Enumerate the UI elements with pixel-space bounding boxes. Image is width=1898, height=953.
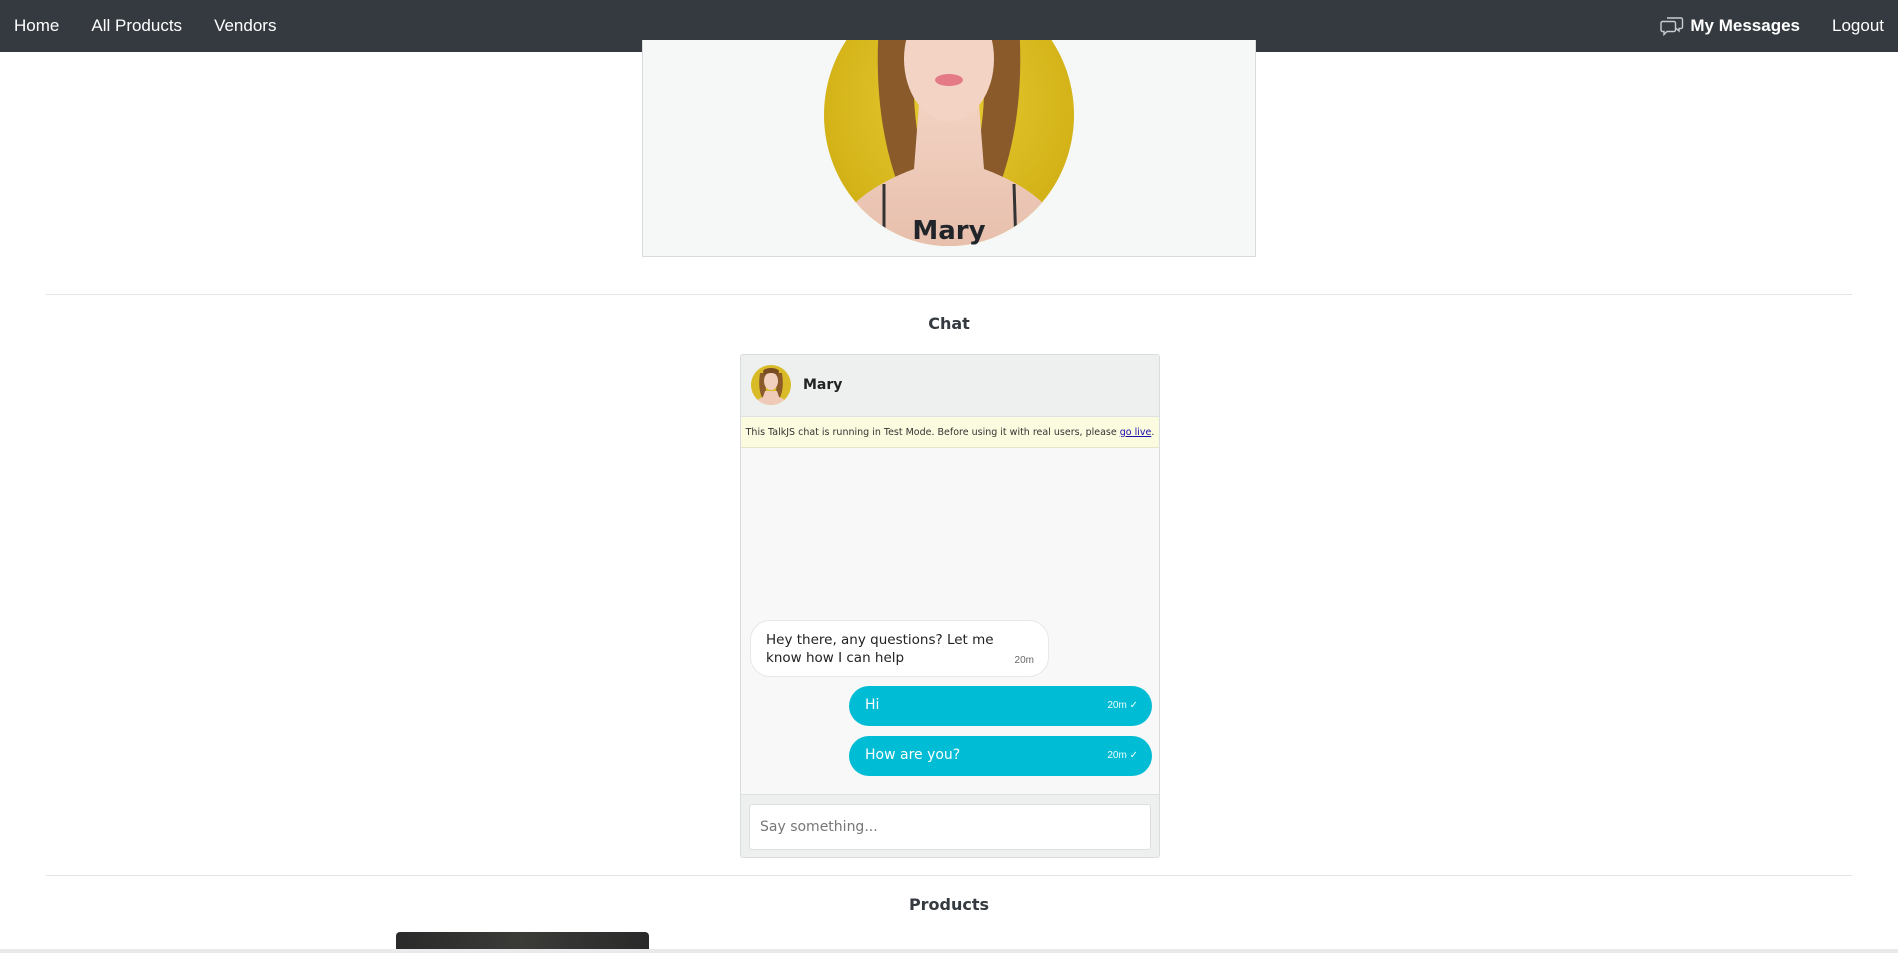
avatar[interactable] (751, 365, 791, 405)
message-time: 20m (1014, 655, 1034, 666)
vendor-profile-card: Mary (642, 40, 1256, 257)
chat-header-name: Mary (803, 377, 843, 393)
divider (46, 294, 1852, 295)
nav-link-vendors[interactable]: Vendors (198, 0, 292, 52)
chat-footer (741, 794, 1159, 857)
chat-bubbles-icon (1660, 17, 1684, 36)
chat-section-heading: Chat (928, 314, 970, 333)
test-mode-banner: This TalkJS chat is running in Test Mode… (741, 417, 1159, 448)
message-input[interactable] (749, 804, 1151, 850)
profile-name: Mary (912, 216, 986, 246)
logout-link[interactable]: Logout (1832, 16, 1884, 36)
nav-link-all-products[interactable]: All Products (75, 0, 198, 52)
nav-links: Home All Products Vendors (0, 0, 292, 52)
chat-header: Mary (741, 355, 1159, 417)
message-incoming: Hey there, any questions? Let me know ho… (750, 620, 1049, 677)
test-banner-end: . (1151, 426, 1155, 438)
my-messages-label: My Messages (1690, 16, 1800, 35)
message-time: 20m ✓ (1107, 750, 1138, 761)
message-outgoing: Hi 20m ✓ (849, 686, 1152, 726)
go-live-link[interactable]: go live (1120, 427, 1152, 438)
message-text: Hey there, any questions? Let me know ho… (766, 632, 994, 666)
horizontal-scrollbar[interactable] (0, 949, 1898, 953)
message-time: 20m ✓ (1107, 700, 1138, 711)
nav-link-home[interactable]: Home (0, 0, 75, 52)
chat-widget: Mary This TalkJS chat is running in Test… (740, 354, 1160, 858)
message-text: Hi (865, 697, 880, 713)
test-banner-text: This TalkJS chat is running in Test Mode… (745, 426, 1117, 438)
products-section-heading: Products (908, 895, 990, 914)
message-outgoing: How are you? 20m ✓ (849, 736, 1152, 776)
divider (46, 875, 1852, 876)
nav-right: My Messages Logout (1660, 0, 1884, 52)
message-text: How are you? (865, 747, 961, 763)
my-messages-link[interactable]: My Messages (1660, 16, 1800, 36)
